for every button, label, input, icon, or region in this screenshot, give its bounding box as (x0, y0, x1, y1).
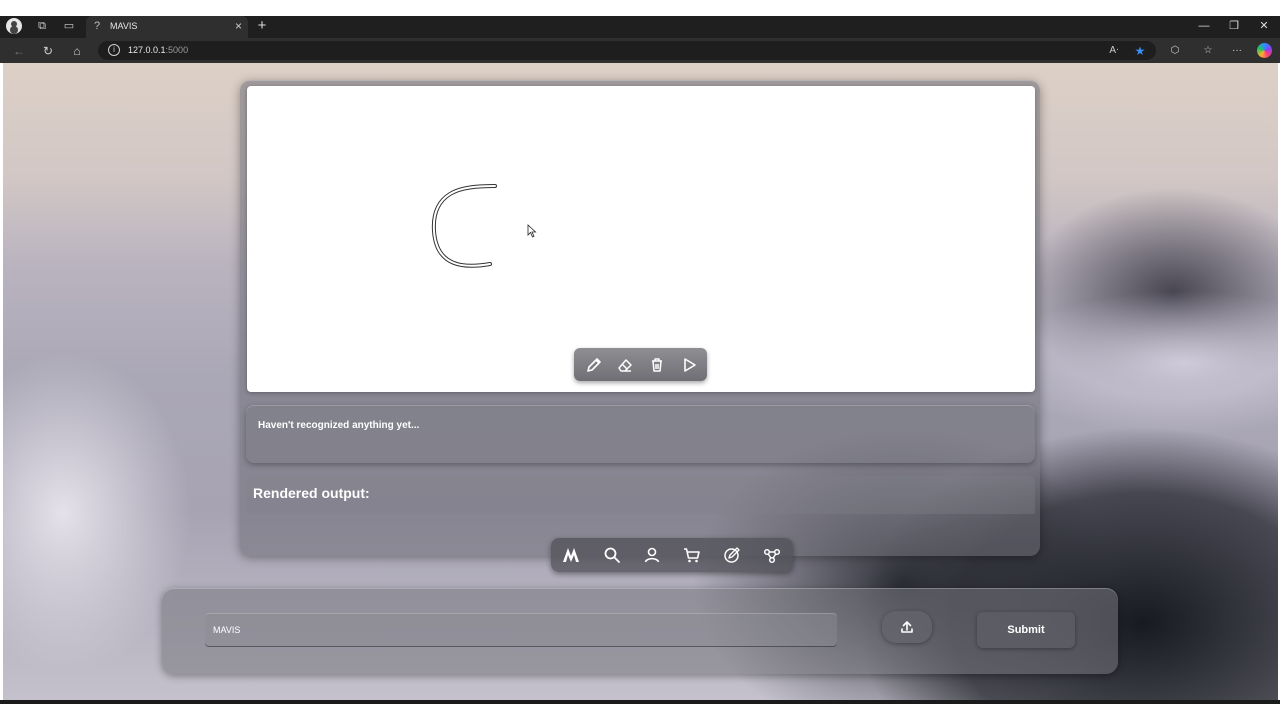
drawing-canvas[interactable] (247, 86, 1035, 392)
recognition-status-text: Haven't recognized anything yet... (258, 420, 420, 431)
screen-top-strip (0, 0, 1280, 16)
favorites-icon[interactable]: ☆ (1201, 44, 1215, 58)
mouse-cursor-icon (527, 224, 537, 238)
address-url: 127.0.0.1:5000 (128, 45, 189, 55)
logo-icon[interactable] (561, 545, 581, 565)
trash-icon[interactable] (647, 355, 667, 375)
home-icon[interactable]: ⌂ (68, 43, 86, 59)
upload-icon (901, 621, 913, 633)
read-aloud-icon[interactable]: Aᐧ (1107, 44, 1121, 58)
back-icon[interactable]: ← (10, 43, 28, 59)
rendered-output-title: Rendered output: (253, 485, 370, 501)
new-tab-button[interactable]: + (254, 18, 270, 34)
copilot-icon[interactable] (1257, 43, 1272, 58)
tab-favicon-icon: ? (94, 20, 101, 32)
pencil-icon[interactable] (584, 355, 604, 375)
search-icon[interactable] (602, 545, 622, 565)
site-info-icon[interactable]: i (108, 44, 120, 56)
browser-tab[interactable]: ? MAVIS × (86, 16, 248, 38)
drawing-toolbar (574, 348, 707, 381)
workspaces-icon[interactable]: ⧉ (35, 20, 49, 32)
play-icon[interactable] (679, 355, 699, 375)
upload-button[interactable] (882, 611, 932, 643)
restore-icon[interactable]: ❐ (1224, 19, 1244, 33)
share-icon[interactable] (762, 545, 782, 565)
handwritten-stroke (431, 184, 497, 268)
eraser-icon[interactable] (615, 355, 635, 375)
prompt-input[interactable] (205, 613, 837, 647)
tab-actions-icon[interactable]: ▭ (62, 20, 76, 32)
profile-icon[interactable] (6, 18, 22, 34)
tab-title: MAVIS (110, 21, 138, 31)
recognition-box (246, 405, 1035, 463)
user-icon[interactable] (642, 545, 662, 565)
tab-close-icon[interactable]: × (235, 19, 242, 33)
refresh-icon[interactable]: ↻ (39, 43, 57, 59)
bottom-navigation (551, 538, 793, 572)
address-bar[interactable]: i 127.0.0.1:5000 (98, 41, 1156, 60)
cart-icon[interactable] (682, 545, 702, 565)
extensions-icon[interactable]: ⬡ (1168, 44, 1182, 58)
minimize-icon[interactable]: — (1194, 19, 1214, 33)
more-options-icon[interactable]: ··· (1230, 44, 1244, 58)
screen-bottom-border (0, 700, 1280, 704)
submit-button[interactable]: Submit (977, 612, 1075, 648)
favorite-star-icon[interactable]: ★ (1133, 44, 1147, 58)
window-close-icon[interactable]: ✕ (1254, 19, 1274, 33)
edit-icon[interactable] (722, 545, 742, 565)
